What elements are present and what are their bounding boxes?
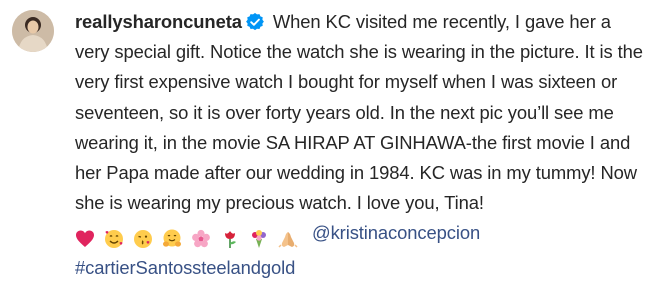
smiling-face-with-hearts-emoji-icon bbox=[105, 229, 123, 248]
hugging-face-emoji-icon bbox=[163, 229, 181, 247]
mention-link[interactable]: @kristinaconcepcion bbox=[312, 222, 480, 243]
caption-text-block: reallysharoncuneta When KC visited me re… bbox=[75, 7, 643, 283]
face-blowing-kiss-emoji-icon bbox=[134, 229, 152, 248]
rose-emoji-icon bbox=[225, 230, 236, 248]
bouquet-emoji-icon bbox=[252, 229, 266, 248]
instagram-post-caption: reallysharoncuneta When KC visited me re… bbox=[0, 0, 650, 278]
cherry-blossom-emoji-icon bbox=[192, 229, 210, 247]
profile-photo-icon bbox=[12, 10, 54, 52]
emoji-row bbox=[75, 222, 307, 252]
hashtag-link[interactable]: #cartierSantossteelandgold bbox=[75, 257, 295, 278]
avatar[interactable] bbox=[12, 10, 54, 52]
username-link[interactable]: reallysharoncuneta bbox=[75, 11, 242, 32]
verified-badge-icon bbox=[245, 10, 264, 31]
red-heart-emoji-icon bbox=[76, 230, 94, 247]
caption-body: When KC visited me recently, I gave her … bbox=[75, 11, 643, 214]
folded-hands-emoji-icon bbox=[278, 231, 298, 248]
